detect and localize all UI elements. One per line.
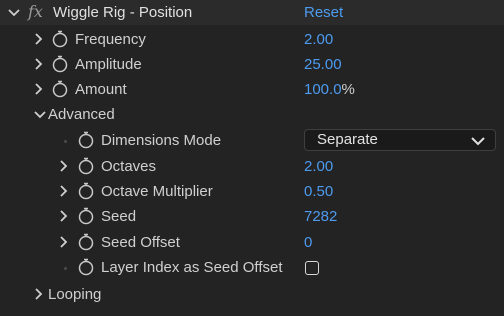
amount-value[interactable]: 100.0% (304, 81, 355, 99)
property-row-amplitude: Amplitude 25.00 (0, 52, 504, 77)
property-row-seed: Seed 7282 (0, 204, 504, 229)
dimensions-mode-dropdown[interactable]: Separate (304, 129, 496, 151)
property-label: Octaves (101, 158, 157, 175)
reset-button[interactable]: Reset (304, 4, 343, 22)
group-row-looping[interactable]: Looping (0, 282, 504, 307)
stopwatch-icon[interactable] (78, 157, 94, 175)
frequency-value[interactable]: 2.00 (304, 31, 333, 49)
layer-index-seed-offset-checkbox[interactable] (305, 261, 319, 275)
stopwatch-icon[interactable] (52, 80, 68, 98)
property-label: Seed Offset (101, 234, 180, 251)
effect-controls-panel: fx Wiggle Rig - Position Reset Frequency… (0, 0, 504, 316)
property-label: Amount (75, 81, 127, 98)
stopwatch-icon[interactable] (78, 258, 94, 276)
stopwatch-icon[interactable] (52, 55, 68, 73)
property-row-amount: Amount 100.0% (0, 77, 504, 102)
dropdown-selected-value: Separate (317, 131, 378, 148)
stopwatch-icon[interactable] (78, 207, 94, 225)
property-row-octave-multiplier: Octave Multiplier 0.50 (0, 179, 504, 204)
stopwatch-icon[interactable] (52, 30, 68, 48)
group-label-advanced[interactable]: Advanced (48, 106, 115, 124)
chevron-right-icon[interactable] (31, 57, 45, 71)
property-row-frequency: Frequency 2.00 (0, 27, 504, 52)
stopwatch-icon[interactable] (78, 182, 94, 200)
seed-value[interactable]: 7282 (304, 208, 337, 226)
fx-icon[interactable]: fx (28, 3, 43, 21)
tree-dot (64, 267, 67, 270)
stopwatch-icon[interactable] (78, 131, 94, 149)
amount-number[interactable]: 100.0 (304, 81, 342, 98)
property-label: Frequency (75, 31, 146, 48)
property-label: Layer Index as Seed Offset (101, 259, 283, 276)
property-row-layer-index-as-seed-offset: Layer Index as Seed Offset (0, 255, 504, 280)
chevron-down-icon (471, 134, 485, 146)
property-row-seed-offset: Seed Offset 0 (0, 230, 504, 255)
seed-offset-value[interactable]: 0 (304, 234, 312, 252)
property-label: Octave Multiplier (101, 183, 213, 200)
property-label: Dimensions Mode (101, 132, 222, 149)
chevron-right-icon[interactable] (56, 184, 70, 198)
stopwatch-icon[interactable] (78, 233, 94, 251)
effect-name: Wiggle Rig - Position (53, 4, 193, 21)
property-row-dimensions-mode: Dimensions Mode Separate (0, 128, 504, 153)
effect-header-row: fx Wiggle Rig - Position Reset (0, 0, 504, 25)
property-row-octaves: Octaves 2.00 (0, 154, 504, 179)
chevron-down-icon[interactable] (7, 6, 21, 20)
property-label: Seed (101, 208, 137, 225)
chevron-right-icon[interactable] (31, 32, 45, 46)
chevron-right-icon[interactable] (31, 287, 45, 301)
amount-unit: % (341, 81, 355, 98)
tree-dot (64, 140, 67, 143)
octaves-value[interactable]: 2.00 (304, 158, 333, 176)
group-row-advanced[interactable]: Advanced (0, 102, 504, 127)
amplitude-value[interactable]: 25.00 (304, 56, 342, 74)
chevron-right-icon[interactable] (56, 235, 70, 249)
group-label-looping[interactable]: Looping (48, 286, 101, 304)
chevron-right-icon[interactable] (56, 209, 70, 223)
chevron-right-icon[interactable] (56, 159, 70, 173)
chevron-down-icon[interactable] (33, 108, 47, 122)
chevron-right-icon[interactable] (31, 82, 45, 96)
octave-multiplier-value[interactable]: 0.50 (304, 183, 333, 201)
property-label: Amplitude (75, 56, 142, 73)
